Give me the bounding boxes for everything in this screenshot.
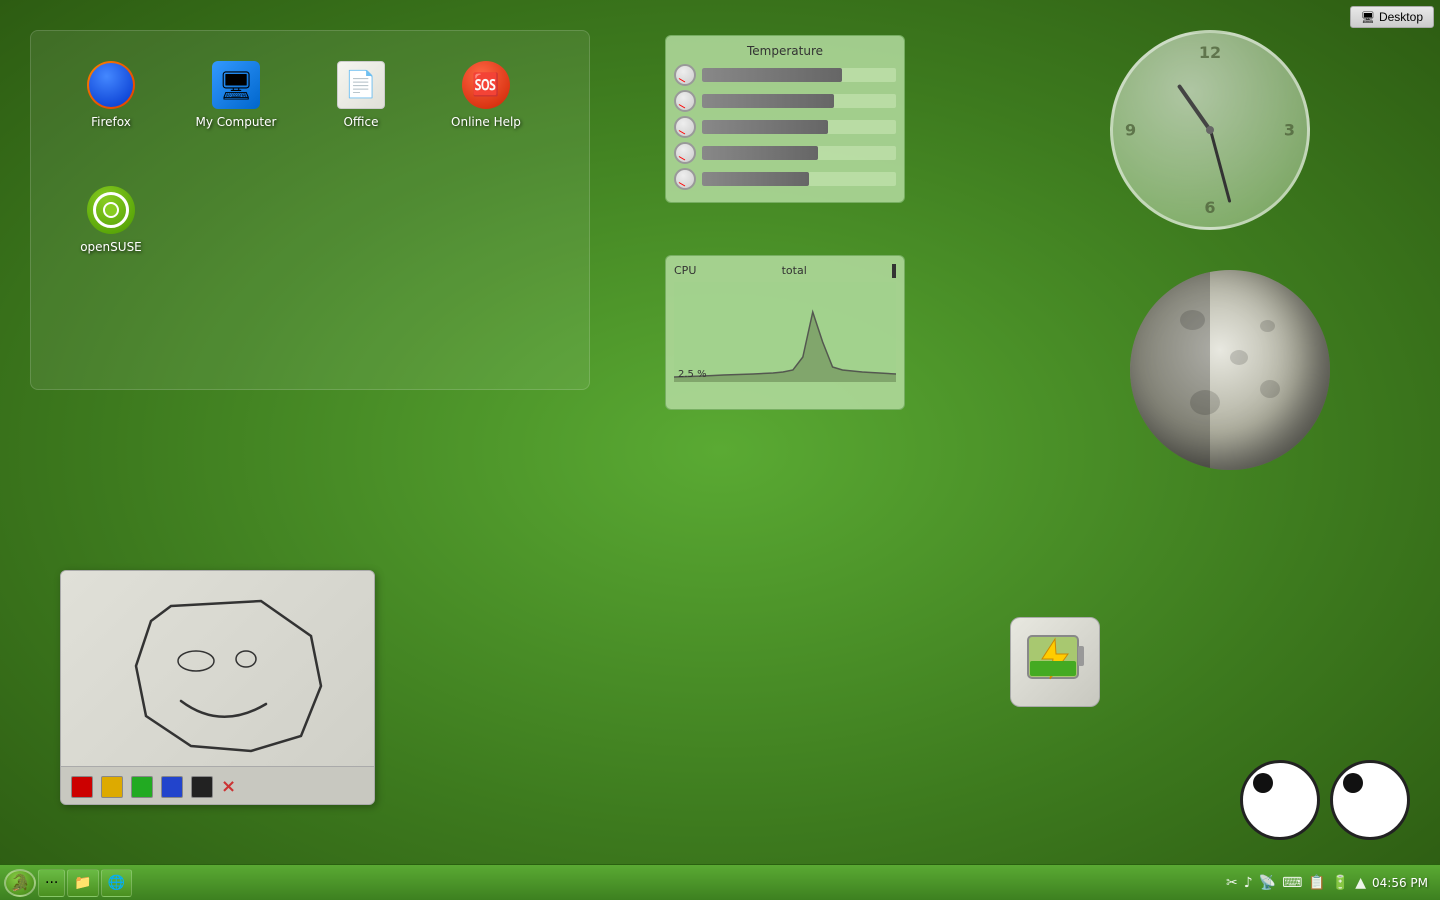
temp-bar-2 — [702, 94, 834, 108]
icons-panel: Firefox 🖥 My Computer 📄 Office 🆘 Online … — [30, 30, 590, 390]
cpu-title: CPU — [674, 264, 696, 278]
icon-firefox[interactable]: Firefox — [51, 51, 171, 171]
files-icon: 📁 — [74, 875, 91, 891]
volume-icon[interactable]: ♪ — [1244, 875, 1253, 891]
battery-tray-icon: 🔋 — [1332, 875, 1349, 891]
temp-bar-3 — [702, 120, 828, 134]
desktop-button[interactable]: Desktop — [1350, 6, 1434, 28]
battery-widget — [1010, 617, 1100, 707]
close-drawing-button[interactable]: × — [221, 776, 236, 797]
browser-taskbar-icon: 🌐 — [108, 875, 125, 891]
icon-onlinehelp[interactable]: 🆘 Online Help — [426, 51, 546, 171]
firefox-icon — [87, 61, 135, 109]
eyes-widget — [1240, 760, 1410, 840]
temp-gauge-5 — [674, 168, 696, 190]
clipboard-icon: 📋 — [1308, 875, 1325, 891]
clock-number-6: 6 — [1204, 198, 1215, 217]
temp-bar-5 — [702, 172, 809, 186]
taskbar-system-tray: ✂ ♪ 📡 ⌨ 📋 🔋 ▲ 04:56 PM — [1218, 875, 1436, 891]
mycomputer-icon: 🖥 — [212, 61, 260, 109]
icon-mycomputer-label: My Computer — [196, 115, 277, 129]
temp-gauge-1 — [674, 64, 696, 86]
tray-arrow-icon[interactable]: ▲ — [1355, 875, 1366, 891]
temp-bar-4 — [702, 146, 818, 160]
icon-office-label: Office — [343, 115, 378, 129]
temperature-title: Temperature — [674, 44, 896, 58]
icon-opensuse-label: openSUSE — [80, 240, 142, 254]
temp-bar-1 — [702, 68, 842, 82]
office-icon: 📄 — [337, 61, 385, 109]
temp-row-2 — [674, 90, 896, 112]
temp-row-5 — [674, 168, 896, 190]
color-red[interactable] — [71, 776, 93, 798]
temp-gauge-4 — [674, 142, 696, 164]
network-icon[interactable]: 📡 — [1259, 875, 1276, 891]
temp-gauge-2 — [674, 90, 696, 112]
scissors-icon: ✂ — [1226, 875, 1238, 891]
icon-onlinehelp-label: Online Help — [451, 115, 521, 129]
temperature-widget: Temperature — [665, 35, 905, 203]
cpu-label-total: total — [782, 264, 807, 278]
pupil-right — [1343, 773, 1363, 793]
cpu-header: CPU total — [674, 264, 896, 278]
clock-number-3: 3 — [1284, 121, 1295, 140]
cpu-percent: 2.5 % — [678, 369, 707, 380]
taskbar: 🐊 ··· 📁 🌐 ✂ ♪ 📡 ⌨ 📋 🔋 ▲ 04:56 PM — [0, 864, 1440, 900]
clock-minute-hand — [1209, 130, 1231, 203]
clock-face: 12 3 6 9 — [1110, 30, 1310, 230]
clock-center — [1206, 126, 1214, 134]
moon-widget — [1130, 270, 1330, 470]
temp-bar-container-4 — [702, 146, 896, 160]
smiley-svg — [91, 576, 351, 761]
pupil-left — [1253, 773, 1273, 793]
temp-row-4 — [674, 142, 896, 164]
opensuse-icon-img — [87, 186, 135, 234]
drawing-canvas[interactable] — [61, 571, 374, 766]
color-black[interactable] — [191, 776, 213, 798]
moon-crater-5 — [1260, 380, 1280, 398]
cpu-bar-indicator — [892, 264, 896, 278]
color-blue[interactable] — [161, 776, 183, 798]
cpu-graph: 2.5 % — [674, 282, 896, 382]
taskbar-main-icon: 🐊 — [10, 873, 30, 892]
taskbar-dots-button[interactable]: ··· — [38, 869, 65, 897]
temp-gauge-3 — [674, 116, 696, 138]
desktop-button-label: Desktop — [1379, 10, 1423, 24]
eye-right — [1330, 760, 1410, 840]
temp-bar-container-5 — [702, 172, 896, 186]
moon-face — [1130, 270, 1330, 470]
temp-bar-container-3 — [702, 120, 896, 134]
taskbar-time: 04:56 PM — [1372, 876, 1428, 890]
icon-office[interactable]: 📄 Office — [301, 51, 421, 171]
temp-row-3 — [674, 116, 896, 138]
moon-crater-2 — [1230, 350, 1248, 365]
cpu-widget: CPU total 2.5 % — [665, 255, 905, 410]
temp-bar-container-2 — [702, 94, 896, 108]
temp-bar-container-1 — [702, 68, 896, 82]
drawing-widget: × — [60, 570, 375, 805]
clock-number-9: 9 — [1125, 121, 1136, 140]
onlinehelp-icon: 🆘 — [462, 61, 510, 109]
taskbar-files-button[interactable]: 📁 — [67, 869, 98, 897]
clock-number-12: 12 — [1199, 43, 1221, 62]
clock-widget: 12 3 6 9 — [1110, 30, 1310, 230]
clock-hour-hand — [1177, 84, 1212, 131]
eye-left — [1240, 760, 1320, 840]
color-green[interactable] — [131, 776, 153, 798]
keyboard-icon: ⌨ — [1282, 875, 1302, 891]
icon-firefox-label: Firefox — [91, 115, 131, 129]
temp-row-1 — [674, 64, 896, 86]
color-yellow[interactable] — [101, 776, 123, 798]
taskbar-browser-button[interactable]: 🌐 — [101, 869, 132, 897]
cpu-graph-svg — [674, 282, 896, 382]
moon-shadow — [1130, 270, 1210, 470]
moon-crater-4 — [1260, 320, 1275, 332]
drawing-tools: × — [61, 766, 374, 805]
icon-opensuse[interactable]: openSUSE — [51, 176, 171, 296]
taskbar-main-button[interactable]: 🐊 — [4, 869, 36, 897]
icon-mycomputer[interactable]: 🖥 My Computer — [176, 51, 296, 171]
battery-icon — [1020, 621, 1090, 703]
taskbar-dots-icon: ··· — [45, 875, 58, 891]
